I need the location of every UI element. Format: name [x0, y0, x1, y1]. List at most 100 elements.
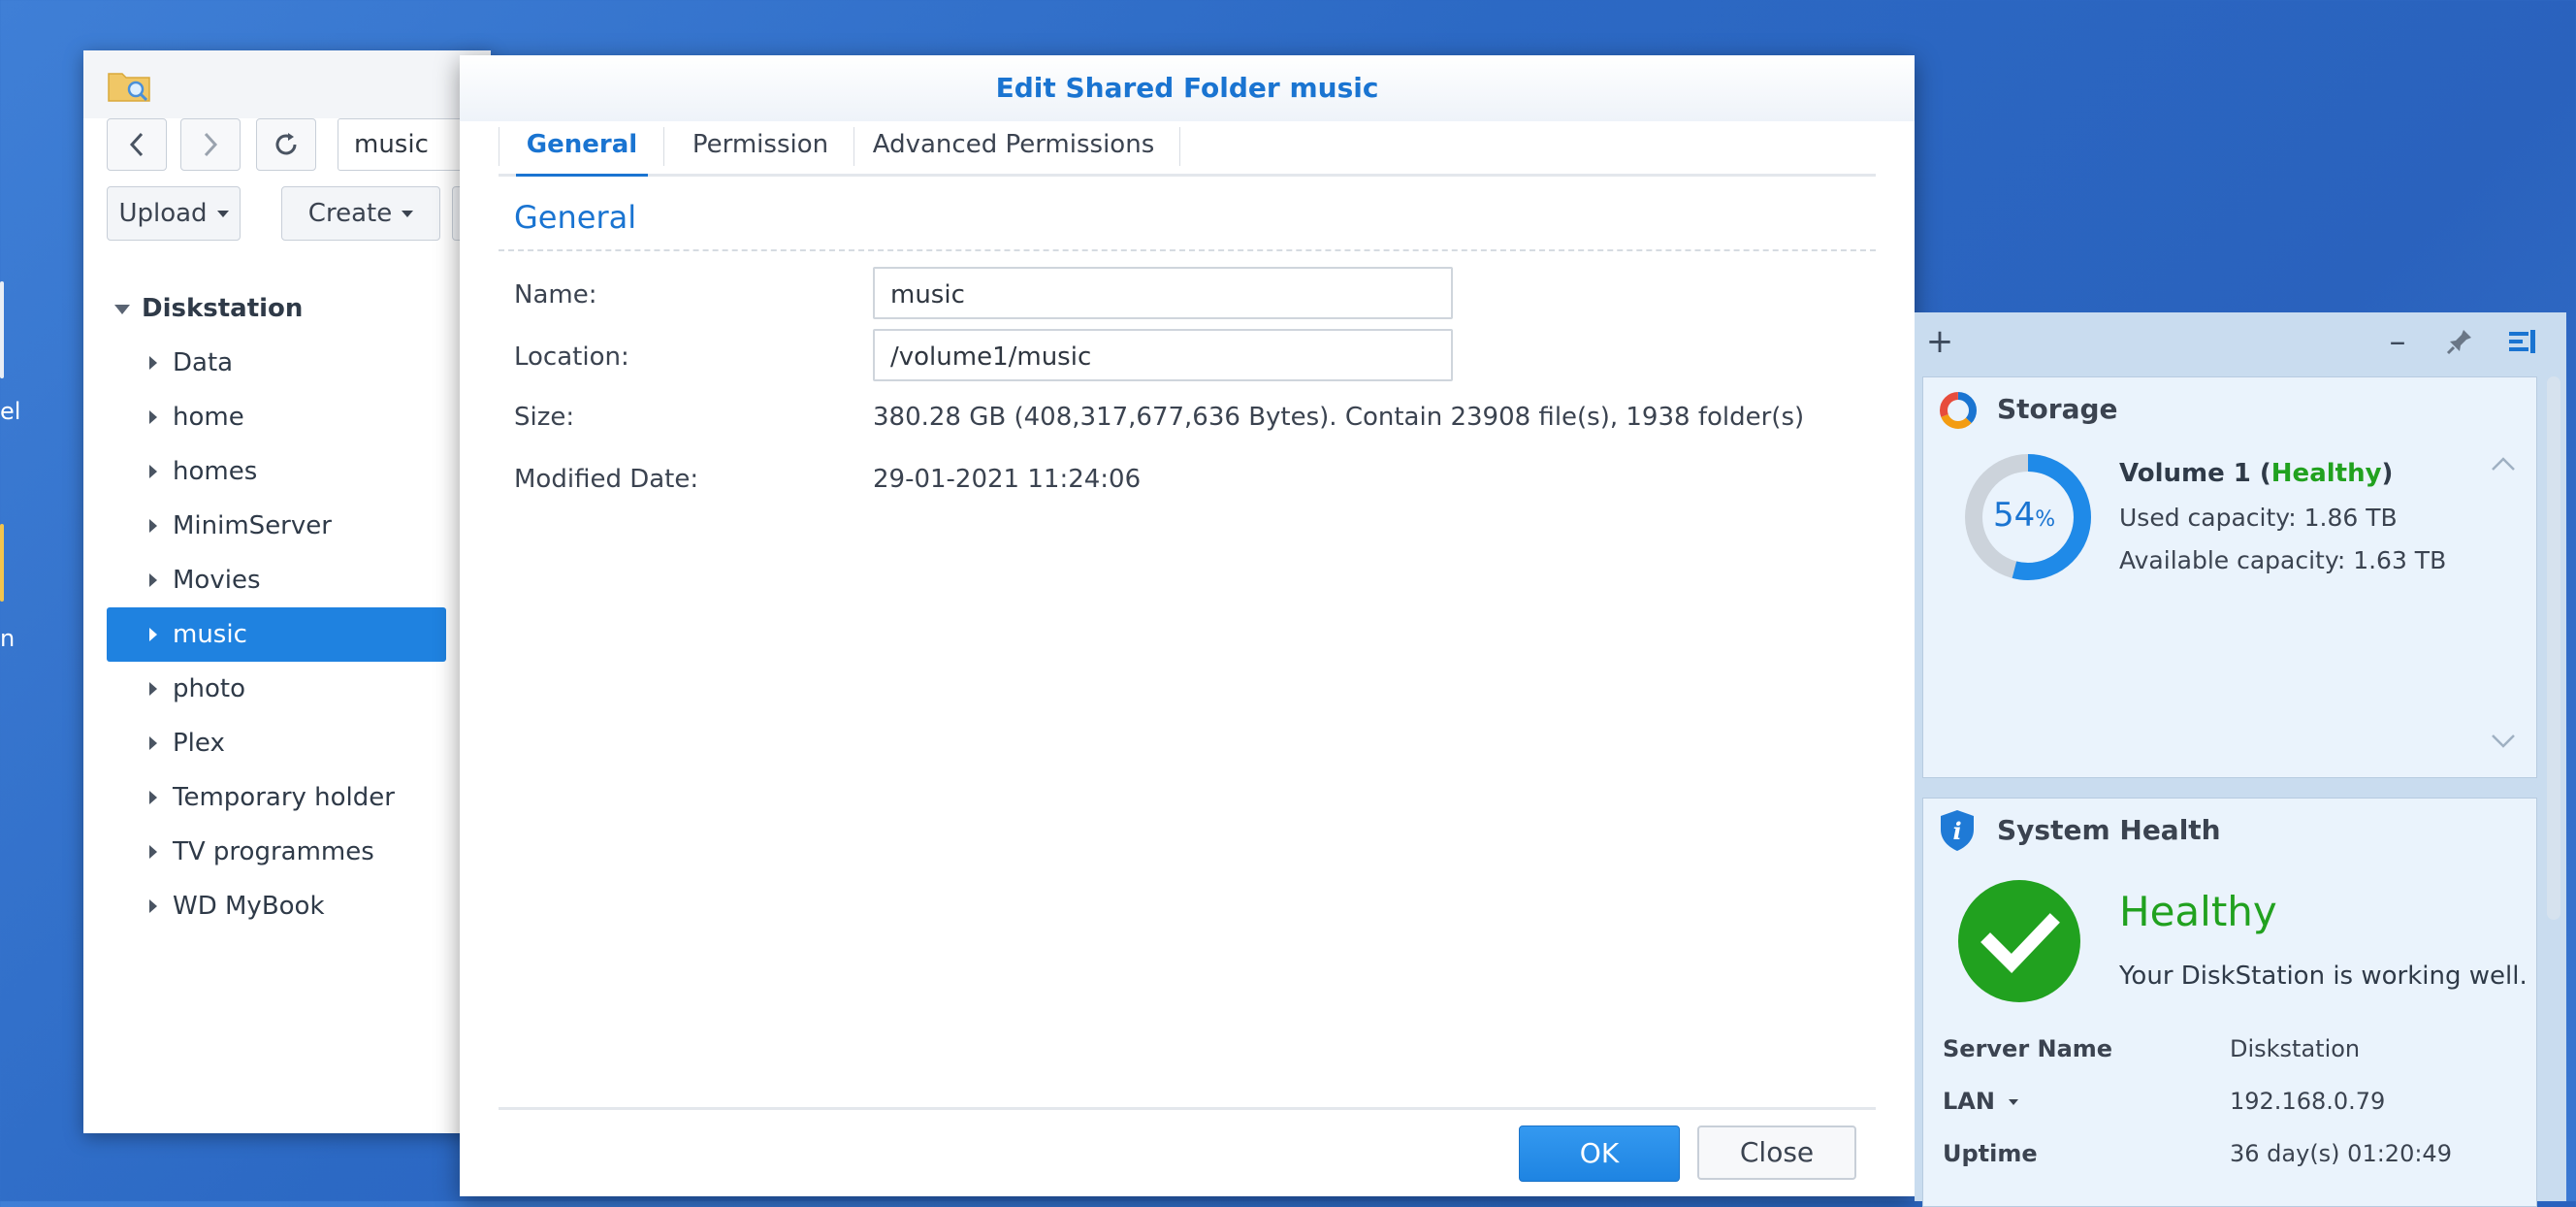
- file-station-window: music Upload Create Diskstation Data hom…: [83, 50, 549, 1133]
- ok-button[interactable]: OK: [1519, 1125, 1680, 1182]
- close-button[interactable]: Close: [1697, 1125, 1856, 1180]
- pin-icon[interactable]: [2442, 324, 2477, 359]
- refresh-icon: [275, 133, 297, 155]
- widget-scrollbar[interactable]: [2547, 376, 2560, 920]
- available-capacity: Available capacity: 1.63 TB: [2119, 546, 2447, 574]
- tree-item-label: MinimServer: [173, 511, 332, 540]
- location-label: Location:: [514, 343, 629, 372]
- panel-toggle-icon[interactable]: [2504, 324, 2539, 359]
- dialog-title: Edit Shared Folder music: [460, 55, 1915, 121]
- widget-panel: + – Storage 54% Volume 1 (Healthy) Used …: [1915, 312, 2566, 1207]
- folder-tree: Diskstation Data home homes MinimServer …: [107, 281, 446, 933]
- expand-right-icon[interactable]: [149, 899, 157, 913]
- tree-item[interactable]: Temporary holder: [107, 770, 446, 825]
- caret-down-icon: [2009, 1099, 2019, 1105]
- lan-value: 192.168.0.79: [2230, 1088, 2386, 1115]
- lan-dropdown[interactable]: LAN: [1943, 1088, 2019, 1115]
- tree-item[interactable]: Plex: [107, 716, 446, 770]
- tree-item[interactable]: Data: [107, 336, 446, 390]
- tree-item[interactable]: home: [107, 390, 446, 444]
- system-health-title: System Health: [1997, 814, 2221, 846]
- back-button[interactable]: [107, 118, 167, 171]
- expand-right-icon[interactable]: [149, 736, 157, 750]
- caret-down-icon: [216, 211, 229, 217]
- tree-item[interactable]: WD MyBook: [107, 879, 446, 933]
- edit-shared-folder-dialog: Edit Shared Folder music General Permiss…: [460, 55, 1915, 1196]
- name-label: Name:: [514, 280, 597, 310]
- expand-right-icon[interactable]: [149, 519, 157, 533]
- create-button[interactable]: Create: [281, 186, 440, 241]
- tab-permission[interactable]: Permission: [679, 115, 842, 174]
- expand-right-icon[interactable]: [149, 465, 157, 478]
- chevron-up-icon[interactable]: [2490, 455, 2517, 473]
- location-field[interactable]: /volume1/music: [873, 329, 1453, 381]
- expand-right-icon[interactable]: [149, 573, 157, 587]
- forward-button[interactable]: [180, 118, 241, 171]
- lan-label: LAN: [1943, 1088, 1995, 1115]
- expand-right-icon[interactable]: [149, 682, 157, 696]
- tree-item-label: homes: [173, 457, 258, 486]
- expand-right-icon[interactable]: [149, 845, 157, 859]
- chevron-right-icon: [204, 132, 218, 157]
- expand-right-icon[interactable]: [149, 628, 157, 641]
- desktop-folder-icon[interactable]: [0, 524, 4, 602]
- tree-item[interactable]: MinimServer: [107, 499, 446, 553]
- widget-panel-toolbar: + –: [1915, 312, 2566, 373]
- refresh-button[interactable]: [256, 118, 316, 171]
- name-field[interactable]: music: [873, 267, 1453, 319]
- uptime-value: 36 day(s) 01:20:49: [2230, 1140, 2452, 1167]
- tree-item-selected[interactable]: music: [107, 607, 446, 662]
- upload-label: Upload: [118, 199, 208, 228]
- size-value: 380.28 GB (408,317,677,636 Bytes). Conta…: [873, 403, 1805, 432]
- tab-separator: [853, 127, 854, 166]
- uptime-label: Uptime: [1943, 1140, 2038, 1167]
- health-status: Healthy: [2119, 888, 2277, 935]
- modified-date-value: 29-01-2021 11:24:06: [873, 465, 1142, 494]
- tree-item[interactable]: Movies: [107, 553, 446, 607]
- folder-search-icon: [108, 73, 150, 102]
- storage-icon: [1940, 392, 1977, 429]
- svg-text:i: i: [1952, 817, 1961, 845]
- tab-advanced-permissions[interactable]: Advanced Permissions: [865, 115, 1162, 174]
- healthy-check-icon: [1958, 880, 2080, 1002]
- tree-item[interactable]: photo: [107, 662, 446, 716]
- tree-item-label: Data: [173, 348, 234, 377]
- tree-item-label: home: [173, 403, 244, 432]
- tree-item-label: TV programmes: [173, 837, 374, 866]
- tree-item-label: Plex: [173, 729, 225, 758]
- storage-percent-value: 54: [1993, 496, 2036, 535]
- tab-general[interactable]: General: [516, 115, 648, 177]
- file-station-titlebar: [83, 50, 491, 118]
- tree-item-label: WD MyBook: [173, 892, 325, 921]
- tree-root-diskstation[interactable]: Diskstation: [107, 281, 446, 336]
- expand-down-icon[interactable]: [114, 305, 130, 314]
- tree-item-label: photo: [173, 674, 245, 703]
- system-health-widget: i System Health Healthy Your DiskStation…: [1922, 798, 2537, 1207]
- tree-item[interactable]: TV programmes: [107, 825, 446, 879]
- add-widget-icon[interactable]: +: [1922, 324, 1957, 359]
- minimize-icon[interactable]: –: [2380, 324, 2415, 359]
- expand-right-icon[interactable]: [149, 356, 157, 370]
- caret-down-icon: [402, 211, 414, 217]
- desktop-icon-label: el: [0, 398, 21, 425]
- tab-separator: [663, 127, 664, 166]
- storage-title: Storage: [1997, 393, 2118, 425]
- tree-item[interactable]: homes: [107, 444, 446, 499]
- tree-root-label: Diskstation: [142, 294, 304, 323]
- modified-date-label: Modified Date:: [514, 465, 699, 494]
- server-name-label: Server Name: [1943, 1035, 2113, 1062]
- upload-button[interactable]: Upload: [107, 186, 241, 241]
- storage-widget: Storage 54% Volume 1 (Healthy) Used capa…: [1922, 376, 2537, 778]
- chevron-left-icon: [129, 132, 144, 157]
- chevron-down-icon[interactable]: [2490, 733, 2517, 750]
- tree-item-label: Temporary holder: [173, 783, 395, 812]
- expand-right-icon[interactable]: [149, 410, 157, 424]
- server-name-value: Diskstation: [2230, 1035, 2361, 1062]
- section-title: General: [514, 199, 637, 236]
- desktop-icon[interactable]: [0, 281, 4, 378]
- tree-item-label: music: [173, 620, 247, 649]
- tree-item-label: Movies: [173, 566, 261, 595]
- expand-right-icon[interactable]: [149, 791, 157, 804]
- desktop-icon-label: n: [0, 625, 16, 652]
- info-shield-icon: i: [1941, 810, 1974, 851]
